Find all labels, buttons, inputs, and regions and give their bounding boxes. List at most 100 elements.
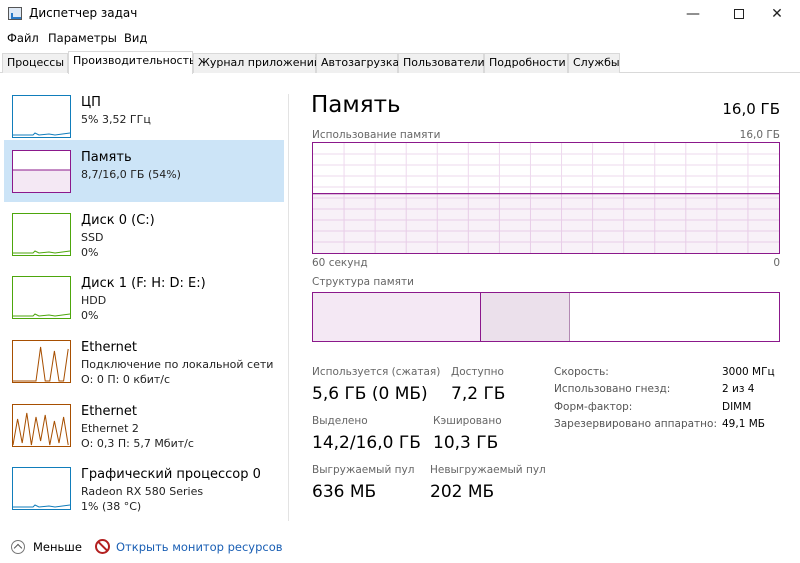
mini-graph: [13, 504, 70, 508]
mini-graph: [13, 412, 69, 446]
disk-graph-icon: [12, 213, 71, 256]
sidebar-item-memory[interactable]: Память 8,7/16,0 ГБ (54%): [4, 140, 284, 202]
in-use-label: Используется (сжатая): [312, 366, 441, 378]
cpu-graph-icon: [12, 95, 71, 138]
nonpaged-pool-label: Невыгружаемый пул: [430, 464, 546, 476]
memory-composition-bar: [312, 292, 780, 342]
mini-graph: [13, 346, 69, 382]
tab-performance[interactable]: Производительность: [68, 51, 196, 74]
sidebar-item-ethernet[interactable]: Ethernet Подключение по локальной сети О…: [4, 330, 284, 392]
tab-details[interactable]: Подробности: [484, 53, 568, 73]
sidebar-item-title: Память: [81, 150, 132, 165]
sidebar-item-disk0[interactable]: Диск 0 (C:) SSD 0%: [4, 203, 284, 265]
total-memory: 16,0 ГБ: [722, 100, 780, 118]
sidebar-item-usage: 1% (38 °C): [81, 500, 142, 513]
network-graph-icon: [12, 340, 71, 383]
tab-processes[interactable]: Процессы: [2, 53, 68, 73]
nonpaged-pool-value: 202 МБ: [430, 482, 495, 502]
structure-label: Структура памяти: [312, 276, 414, 288]
sidebar-item-title: Ethernet: [81, 340, 137, 355]
tab-startup[interactable]: Автозагрузка: [316, 53, 399, 73]
mini-graph-line: [13, 412, 69, 446]
title-bar: Диспетчер задач — ✕: [0, 0, 800, 28]
tab-bar: Процессы Производительность Журнал прило…: [0, 51, 800, 74]
network-graph-icon: [12, 404, 71, 447]
in-use-value: 5,6 ГБ (0 МБ): [312, 384, 428, 404]
task-manager-icon: [8, 7, 22, 20]
modified-segment[interactable]: [481, 293, 570, 341]
mini-graph-line: [13, 132, 70, 136]
mini-graph-line: [13, 346, 69, 382]
speed-value: 3000 МГц: [722, 366, 775, 378]
tab-services[interactable]: Службы: [568, 53, 620, 73]
menu-view[interactable]: Вид: [124, 31, 147, 45]
memory-usage-chart: [313, 143, 779, 253]
cached-label: Кэшировано: [433, 415, 502, 427]
window-title: Диспетчер задач: [29, 6, 138, 20]
hardware-reserved-label: Зарезервировано аппаратно:: [554, 418, 717, 430]
sidebar-item-usage: О: 0,3 П: 5,7 Мбит/с: [81, 437, 194, 450]
chevron-up-icon[interactable]: [11, 540, 25, 554]
menu-file[interactable]: Файл: [7, 31, 39, 45]
committed-label: Выделено: [312, 415, 368, 427]
memory-fill: [13, 170, 70, 192]
menu-options[interactable]: Параметры: [48, 31, 117, 45]
slots-value: 2 из 4: [722, 383, 755, 395]
mini-graph-line: [13, 313, 70, 317]
available-value: 7,2 ГБ: [451, 384, 506, 404]
sidebar-item-disk1[interactable]: Диск 1 (F: H: D: E:) HDD 0%: [4, 266, 284, 328]
sidebar-item-title: Графический процессор 0: [81, 467, 261, 482]
sidebar-item-subtitle: Ethernet 2: [81, 422, 139, 435]
mini-graph: [13, 132, 70, 136]
sidebar-item-subtitle: 5% 3,52 ГГц: [81, 113, 151, 126]
sidebar-item-gpu[interactable]: Графический процессор 0 Radeon RX 580 Se…: [4, 457, 284, 519]
hardware-reserved-value: 49,1 МБ: [722, 418, 765, 430]
mini-graph: [13, 313, 70, 317]
menu-bar: Файл Параметры Вид: [0, 29, 800, 49]
disk-graph-icon: [12, 276, 71, 319]
sidebar-item-ethernet2[interactable]: Ethernet Ethernet 2 О: 0,3 П: 5,7 Мбит/с: [4, 394, 284, 456]
mini-graph-line: [13, 250, 70, 254]
open-resource-monitor-link[interactable]: Открыть монитор ресурсов: [116, 540, 283, 554]
memory-usage-graph: [312, 142, 780, 254]
sidebar-item-title: Диск 1 (F: H: D: E:): [81, 276, 206, 291]
footer: Меньше Открыть монитор ресурсов: [0, 530, 800, 563]
sidebar-item-subtitle: 8,7/16,0 ГБ (54%): [81, 168, 181, 181]
usage-area: [313, 193, 779, 253]
sidebar-item-cpu[interactable]: ЦП 5% 3,52 ГГц: [4, 85, 284, 147]
speed-label: Скорость:: [554, 366, 609, 378]
maximize-icon: [734, 9, 744, 19]
minimize-button[interactable]: —: [670, 0, 716, 28]
sidebar-item-subtitle: Подключение по локальной сети: [81, 358, 274, 371]
page-title: Память: [311, 92, 401, 118]
resource-list: ЦП 5% 3,52 ГГц Память 8,7/16,0 ГБ (54%) …: [0, 80, 288, 518]
time-span-label: 60 секунд: [312, 257, 368, 269]
usage-max-label: 16,0 ГБ: [739, 129, 780, 141]
sidebar-item-usage: 0%: [81, 309, 99, 322]
fewer-details-button[interactable]: Меньше: [33, 540, 82, 554]
sidebar-item-usage: 0%: [81, 246, 99, 259]
pane-divider[interactable]: [288, 94, 289, 521]
form-factor-value: DIMM: [722, 401, 752, 413]
time-end-label: 0: [773, 257, 780, 269]
slots-label: Использовано гнезд:: [554, 383, 671, 395]
sidebar-item-subtitle: HDD: [81, 294, 107, 307]
sidebar-item-subtitle: SSD: [81, 231, 104, 244]
usage-label: Использование памяти: [312, 129, 441, 141]
mini-graph: [13, 169, 70, 192]
form-factor-label: Форм-фактор:: [554, 401, 633, 413]
resource-monitor-icon[interactable]: [95, 539, 110, 554]
close-button[interactable]: ✕: [754, 0, 800, 28]
tab-users[interactable]: Пользователи: [398, 53, 485, 73]
sidebar-item-title: Ethernet: [81, 404, 137, 419]
cached-value: 10,3 ГБ: [433, 433, 499, 453]
paged-pool-label: Выгружаемый пул: [312, 464, 415, 476]
in-use-segment[interactable]: [313, 293, 481, 341]
tab-app-history[interactable]: Журнал приложений: [193, 53, 321, 73]
available-label: Доступно: [451, 366, 504, 378]
sidebar-item-usage: О: 0 П: 0 кбит/с: [81, 373, 171, 386]
committed-value: 14,2/16,0 ГБ: [312, 433, 421, 453]
memory-graph-icon: [12, 150, 71, 193]
sidebar-item-title: Диск 0 (C:): [81, 213, 155, 228]
mini-graph-line: [13, 504, 70, 508]
